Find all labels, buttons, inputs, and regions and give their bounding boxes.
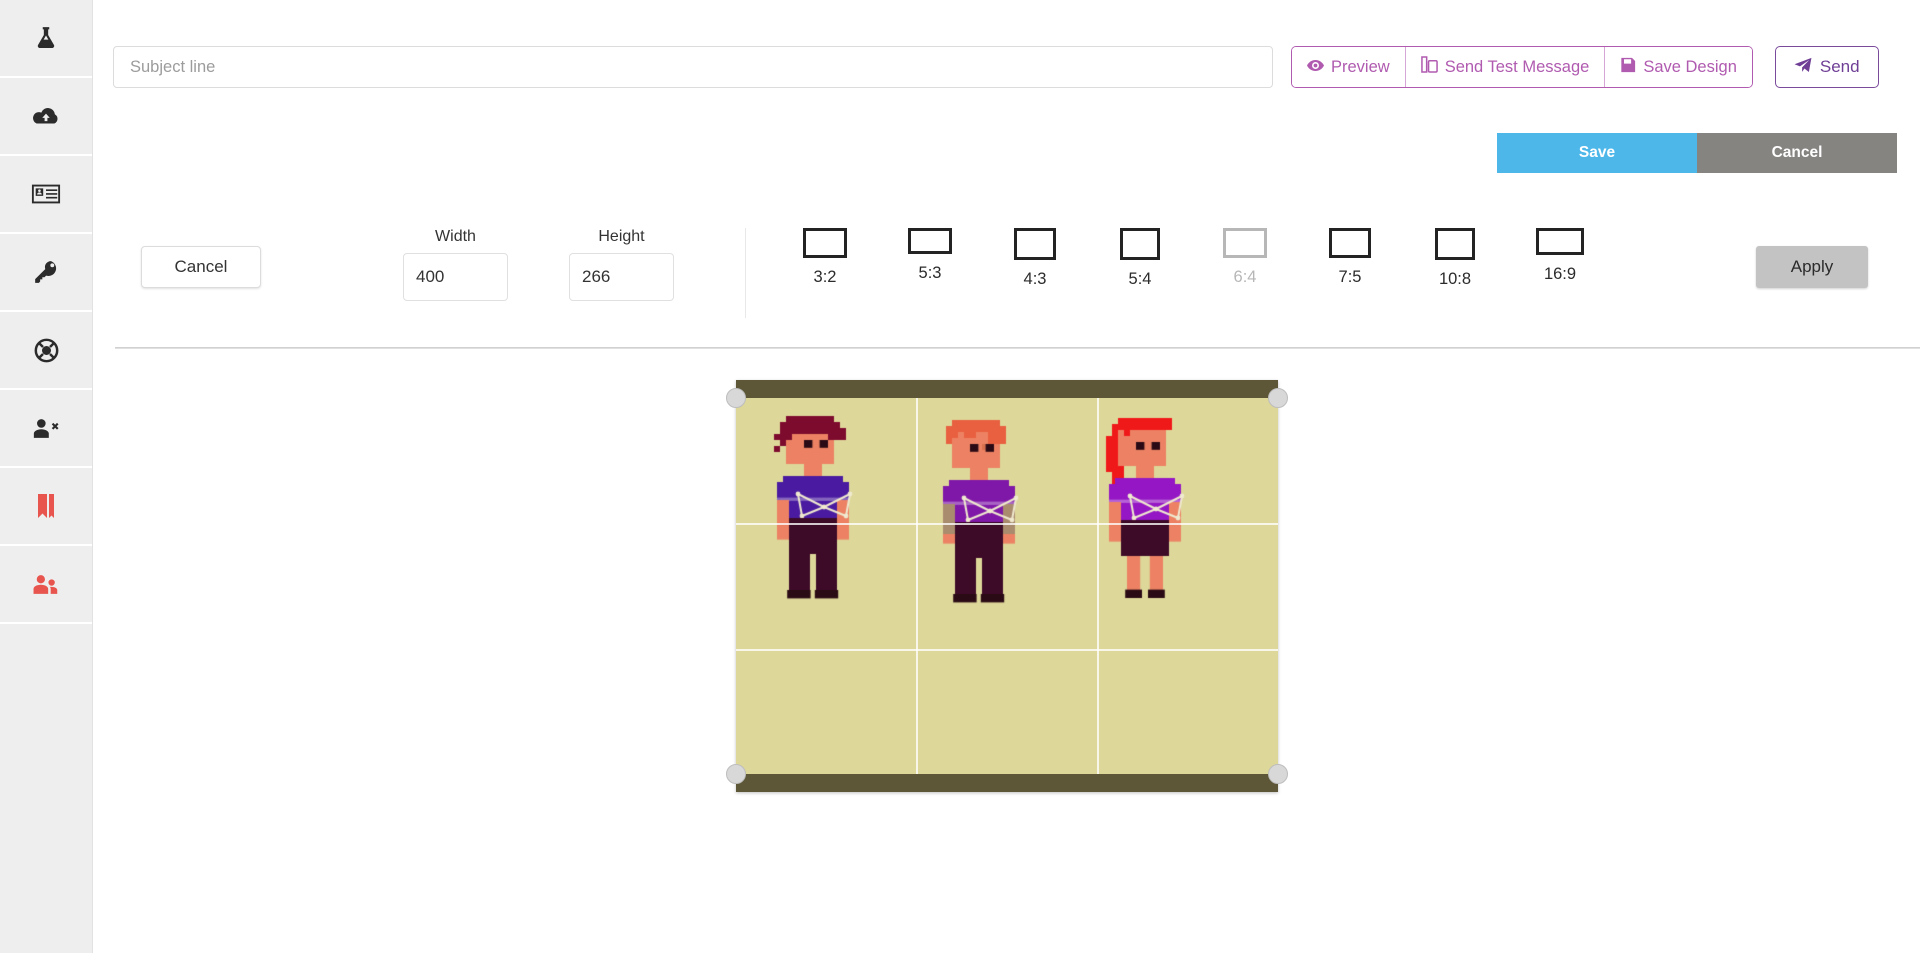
height-field: Height [569, 228, 674, 301]
cancel-button[interactable]: Cancel [1697, 133, 1897, 173]
apply-button[interactable]: Apply [1756, 246, 1868, 288]
app-root: Preview Send Test Message [0, 0, 1920, 953]
sidebar-item-lab-flask[interactable] [0, 0, 92, 78]
main-area: Preview Send Test Message [93, 0, 1920, 953]
eye-icon [1307, 58, 1324, 77]
aspect-ratio-box-icon [803, 228, 847, 258]
send-test-message-label: Send Test Message [1444, 57, 1590, 76]
contact-card-icon [31, 183, 61, 205]
sidebar-item-key[interactable] [0, 234, 92, 312]
sidebar-item-bookmark[interactable] [0, 468, 92, 546]
aspect-ratio-5-3[interactable]: 5:3 [878, 228, 982, 289]
sidebar-item-lifebuoy[interactable] [0, 312, 92, 390]
pixel-art-image[interactable] [735, 398, 1278, 774]
aspect-ratio-16-9[interactable]: 16:9 [1508, 228, 1612, 289]
save-design-button[interactable]: Save Design [1605, 47, 1752, 87]
sidebar-item-users[interactable] [0, 546, 92, 624]
send-button[interactable]: Send [1774, 46, 1879, 88]
aspect-ratio-box-icon [1120, 228, 1160, 260]
aspect-ratio-label: 10:8 [1438, 270, 1472, 288]
bookmark-icon [34, 493, 58, 519]
aspect-ratio-5-4[interactable]: 5:4 [1088, 228, 1192, 289]
lifebuoy-icon [33, 337, 60, 364]
aspect-ratio-6-4[interactable]: 6:4 [1193, 228, 1297, 289]
paper-plane-icon [1794, 57, 1812, 78]
design-action-group: Preview Send Test Message Save Design [1291, 46, 1753, 88]
section-divider [115, 347, 1920, 349]
crop-handle-top-left[interactable] [725, 388, 746, 408]
cloud-upload-icon [31, 103, 61, 129]
aspect-ratio-3-2[interactable]: 3:2 [773, 228, 877, 289]
aspect-ratio-list: 3:2 5:3 4:3 5:4 6:4 7:5 10:8 16:9 [773, 228, 1612, 289]
width-field: Width [403, 228, 508, 301]
crop-handle-top-right[interactable] [1267, 388, 1288, 408]
top-toolbar: Preview Send Test Message [113, 46, 1920, 88]
aspect-ratio-box-icon [1014, 228, 1056, 260]
users-icon [31, 572, 61, 597]
aspect-ratio-label: 5:3 [918, 264, 942, 282]
crop-handle-bottom-left[interactable] [725, 764, 746, 784]
save-design-label: Save Design [1643, 57, 1737, 76]
crop-handle-bottom-right[interactable] [1267, 764, 1288, 784]
subject-input[interactable] [113, 46, 1273, 88]
floppy-disk-icon [1620, 57, 1636, 78]
width-input[interactable] [403, 253, 508, 301]
aspect-ratio-10-8[interactable]: 10:8 [1403, 228, 1507, 289]
aspect-ratio-box-icon [908, 228, 952, 254]
aspect-ratio-box-icon [1435, 228, 1475, 260]
sidebar-item-user-remove[interactable] [0, 390, 92, 468]
aspect-ratio-box-icon [1536, 228, 1584, 255]
send-test-message-button[interactable]: Send Test Message [1405, 47, 1606, 87]
aspect-ratio-label: 5:4 [1128, 270, 1152, 288]
image-stage [93, 380, 1920, 940]
pixel-art-canvas [735, 398, 1278, 774]
aspect-ratio-label: 6:4 [1233, 268, 1257, 286]
aspect-ratio-7-5[interactable]: 7:5 [1298, 228, 1402, 289]
sidebar [0, 0, 93, 953]
aspect-ratio-4-3[interactable]: 4:3 [983, 228, 1087, 289]
aspect-ratio-label: 4:3 [1023, 270, 1047, 288]
sidebar-item-contact-card[interactable] [0, 156, 92, 234]
lab-flask-icon [33, 25, 59, 51]
aspect-ratio-box-icon [1329, 228, 1371, 258]
send-label: Send [1819, 57, 1860, 76]
aspect-ratio-label: 7:5 [1338, 268, 1362, 286]
height-input[interactable] [569, 253, 674, 301]
height-label: Height [598, 228, 645, 245]
toolbar-separator [745, 228, 746, 318]
key-icon [33, 259, 59, 285]
crop-cancel-button[interactable]: Cancel [141, 246, 261, 288]
save-button[interactable]: Save [1497, 133, 1697, 173]
aspect-ratio-label: 3:2 [813, 268, 837, 286]
crop-frame[interactable] [725, 380, 1288, 792]
form-action-row: Save Cancel [1497, 133, 1897, 173]
preview-label: Preview [1331, 57, 1390, 76]
preview-button[interactable]: Preview [1292, 47, 1406, 87]
width-label: Width [435, 228, 476, 245]
crop-toolbar: Cancel Width Height 3:2 5:3 4:3 5:4 6:4 7:5 10… [93, 228, 1920, 338]
aspect-ratio-label: 16:9 [1543, 265, 1577, 283]
aspect-ratio-box-icon [1223, 228, 1267, 258]
user-remove-icon [32, 416, 60, 441]
sidebar-item-cloud-upload[interactable] [0, 78, 92, 156]
mobile-icon [1420, 56, 1438, 78]
